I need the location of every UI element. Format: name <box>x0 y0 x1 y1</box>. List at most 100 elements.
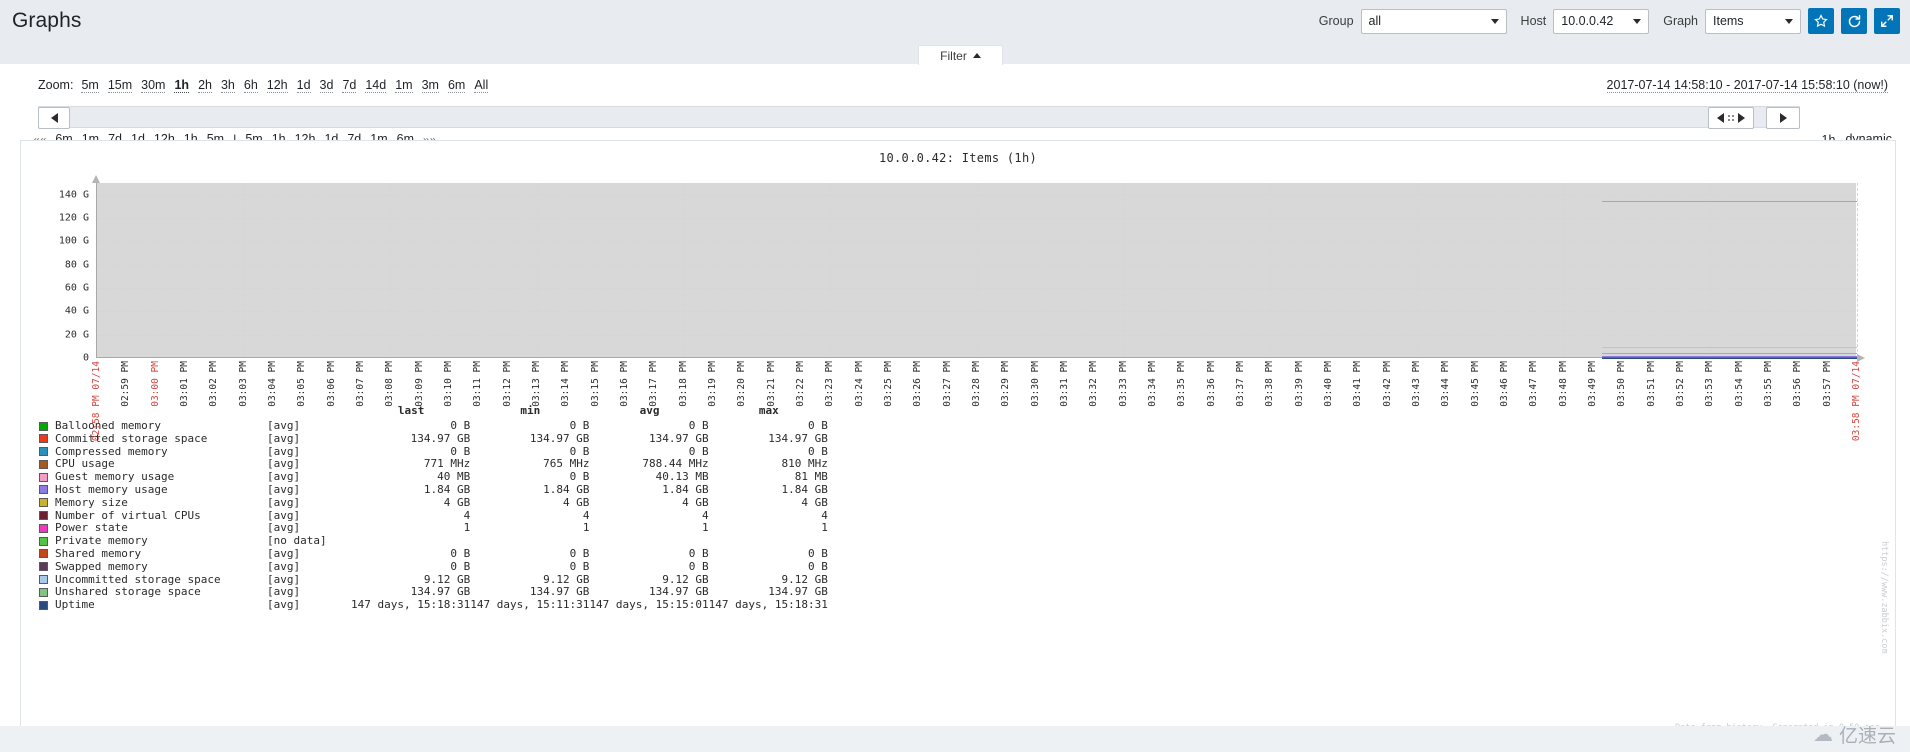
legend-swatch-cell <box>39 433 55 446</box>
zoom-link-30m[interactable]: 30m <box>141 78 166 93</box>
legend-value-max: 1 <box>821 521 828 535</box>
x-tick-label: 03:08 PM <box>384 361 396 407</box>
plot-wrapper: 0 20 G 40 G 60 G 80 G 100 G 120 G 140 G 02:58 P… <box>21 163 1897 441</box>
scroll-right-button[interactable] <box>1766 107 1800 129</box>
time-scrollbar[interactable] <box>38 106 1800 129</box>
legend-series-name: Memory size <box>55 495 128 509</box>
x-tick-label: 03:10 PM <box>443 361 454 407</box>
zoom-link-6m[interactable]: 6m <box>447 78 466 93</box>
zoom-link-1d[interactable]: 1d <box>296 78 311 93</box>
x-tick-label: 03:43 PM <box>1411 361 1422 407</box>
legend-header-avg: avg <box>639 404 660 417</box>
zoom-link-3m[interactable]: 3m <box>421 78 439 93</box>
brand-text: 亿速云 <box>1838 726 1896 747</box>
zoom-link-1m[interactable]: 1m <box>395 78 413 93</box>
x-tick-label: 03:40 PM <box>1323 361 1334 407</box>
legend-swatch-cell <box>39 586 55 599</box>
y-axis-arrow-icon <box>92 175 100 183</box>
legend-value-max: 1.84 GB <box>781 482 828 496</box>
legend-header-row: last min avg max <box>39 403 828 420</box>
triangle-right-icon <box>1779 113 1787 123</box>
zoom-link-15m[interactable]: 15m <box>107 78 133 93</box>
expand-icon <box>1881 15 1893 27</box>
legend-swatch-cell <box>39 548 55 561</box>
legend-value-min: 4 GB <box>562 495 590 509</box>
x-tick-label: 03:27 PM <box>941 361 953 407</box>
legend-value-avg: 147 days, 15:15:01 <box>589 598 709 612</box>
refresh-button[interactable] <box>1841 8 1867 34</box>
color-swatch-icon <box>39 434 48 444</box>
x-tick-label: 03:45 PM <box>1469 361 1481 407</box>
x-tick-label: 03:32 PM <box>1088 361 1100 407</box>
fullscreen-button[interactable] <box>1874 8 1900 34</box>
zabbix-watermark: https://www.zabbix.com <box>1879 541 1889 654</box>
zoom-link-12h[interactable]: 12h <box>266 78 288 93</box>
x-tick-label: 03:38 PM <box>1264 361 1276 407</box>
legend-value-max: 0 B <box>808 419 828 432</box>
cloud-icon: ☁ <box>1812 724 1833 746</box>
zoom-links: 5m 15m 30m 1h 2h 3h 6h 12h 1d 3d 7d 14d 1m 3m 6m All <box>81 78 489 93</box>
x-tick-label: 03:54 PM <box>1733 361 1745 407</box>
y-tick-label: 20 G <box>64 329 89 341</box>
zoom-link-3h[interactable]: 3h <box>220 78 235 93</box>
series-line <box>1601 347 1857 349</box>
grid-line-vertical <box>243 183 245 357</box>
footer-strip <box>0 726 1910 752</box>
legend-value-last: 134.97 GB <box>410 431 471 445</box>
zoom-link-7d[interactable]: 7d <box>342 78 357 93</box>
page-header: Graphs Group all Host 10.0.0.42 Graph It… <box>0 0 1910 42</box>
favorite-button[interactable] <box>1808 8 1834 34</box>
legend-value-min: 0 B <box>569 546 590 560</box>
legend-swatch-cell <box>39 458 55 471</box>
x-tick-label: 03:04 PM <box>267 361 278 407</box>
color-swatch-icon <box>39 421 48 431</box>
zoom-link-All[interactable]: All <box>474 78 489 93</box>
date-range-label[interactable]: 2017-07-14 14:58:10 - 2017-07-14 15:58:1… <box>1606 78 1888 93</box>
x-tick-label: 03:16 PM <box>619 361 630 407</box>
zoom-link-5m[interactable]: 5m <box>81 78 99 93</box>
zoom-link-14d[interactable]: 14d <box>365 78 387 93</box>
group-select[interactable]: all <box>1360 8 1507 34</box>
legend-row: Committed storage space [avg] 134.97 GB 134… <box>39 431 828 446</box>
x-tick-label: 03:13 PM <box>531 361 542 407</box>
x-tick-label: 03:31 PM <box>1059 361 1070 407</box>
x-tick-label: 03:42 PM <box>1381 361 1393 407</box>
legend-swatch-cell <box>39 522 55 535</box>
filter-tab[interactable]: Filter <box>918 45 1003 65</box>
legend-row: Host memory usage [avg] 1.84 GB 1.84 GB 1.84… <box>39 484 828 497</box>
plot-area[interactable] <box>96 183 1858 359</box>
zoom-link-3d[interactable]: 3d <box>319 78 334 93</box>
legend-value-min: 134.97 GB <box>529 431 590 445</box>
x-tick-label: 03:19 PM <box>707 361 718 407</box>
legend-value-min: 1.84 GB <box>543 482 590 496</box>
x-tick-label: 03:24 PM <box>853 361 865 407</box>
grid-line-vertical <box>1710 183 1712 357</box>
color-swatch-icon <box>39 485 48 495</box>
graph-select[interactable]: Items <box>1705 8 1801 34</box>
zoom-link-2h[interactable]: 2h <box>198 78 212 93</box>
scroll-grip-button[interactable] <box>1708 107 1754 129</box>
x-tick-label: 03:41 PM <box>1352 361 1364 407</box>
x-tick-label: 03:55 PM <box>1763 361 1774 407</box>
brand-watermark: ☁ 亿速云 <box>1813 721 1896 748</box>
legend-value-avg: 0 B <box>688 546 709 560</box>
zoom-link-6h[interactable]: 6h <box>243 78 258 93</box>
legend-body: Ballooned memory [avg] 0 B0 B0 B0 B Committ… <box>39 420 828 612</box>
x-tick-label: 03:57 PM <box>1821 361 1833 407</box>
host-select[interactable]: 10.0.0.42 <box>1553 8 1650 34</box>
scroll-left-button[interactable] <box>38 107 70 129</box>
legend-aggregation: [avg] <box>267 546 301 560</box>
legend-value-last: 4 <box>463 508 471 522</box>
triangle-left-icon <box>50 113 58 123</box>
legend-swatch-cell <box>39 561 55 574</box>
zoom-link-1h[interactable]: 1h <box>174 78 190 93</box>
grid-line-vertical <box>1270 183 1272 357</box>
x-tick-label: 03:48 PM <box>1557 361 1569 407</box>
grid-line-vertical <box>390 183 392 357</box>
series-line <box>1601 200 1857 202</box>
zoom-label: Zoom: <box>38 78 74 92</box>
legend-series-name: Host memory usage <box>55 482 168 496</box>
x-tick-label: 03:35 PM <box>1176 361 1188 407</box>
x-tick-label: 03:34 PM <box>1147 361 1158 407</box>
page-title: Graphs <box>12 9 82 32</box>
